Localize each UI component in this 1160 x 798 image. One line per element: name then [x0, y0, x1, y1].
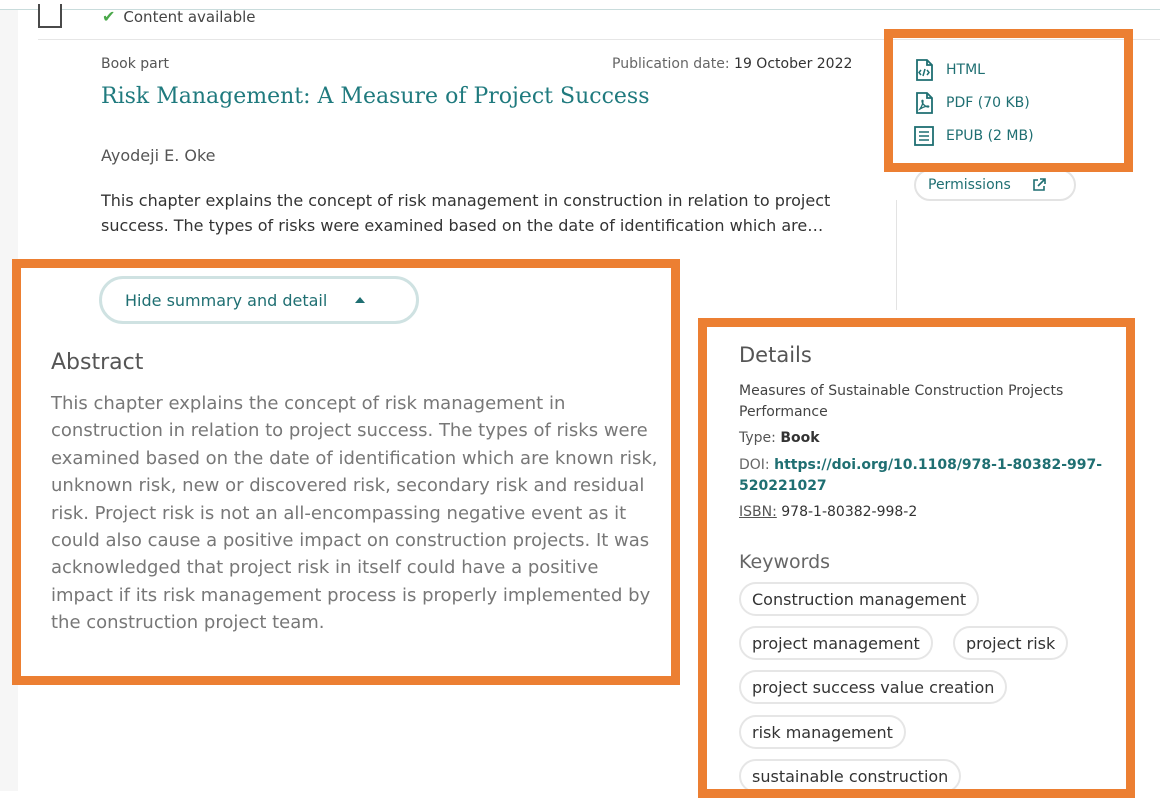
permissions-label: Permissions — [928, 177, 1011, 193]
availability-status: ✔ Content available — [102, 7, 256, 26]
content-type: Book part — [101, 56, 170, 72]
permissions-button[interactable]: Permissions — [914, 169, 1076, 201]
highlight-box-downloads — [884, 29, 1133, 172]
highlight-box-abstract — [12, 259, 680, 685]
highlight-box-details — [698, 318, 1135, 798]
check-icon: ✔ — [102, 7, 116, 26]
author-name[interactable]: Ayodeji E. Oke — [101, 146, 216, 165]
external-link-icon — [1033, 178, 1046, 191]
chapter-title-link[interactable]: Risk Management: A Measure of Project Su… — [101, 84, 650, 109]
availability-label: Content available — [123, 7, 256, 26]
summary-snippet: This chapter explains the concept of ris… — [101, 191, 831, 235]
select-checkbox[interactable] — [38, 4, 62, 28]
publication-date: Publication date: 19 October 2022 — [612, 56, 852, 72]
column-divider — [896, 200, 897, 310]
publication-date-value: 19 October 2022 — [734, 56, 853, 72]
publication-date-label: Publication date: — [612, 56, 730, 72]
